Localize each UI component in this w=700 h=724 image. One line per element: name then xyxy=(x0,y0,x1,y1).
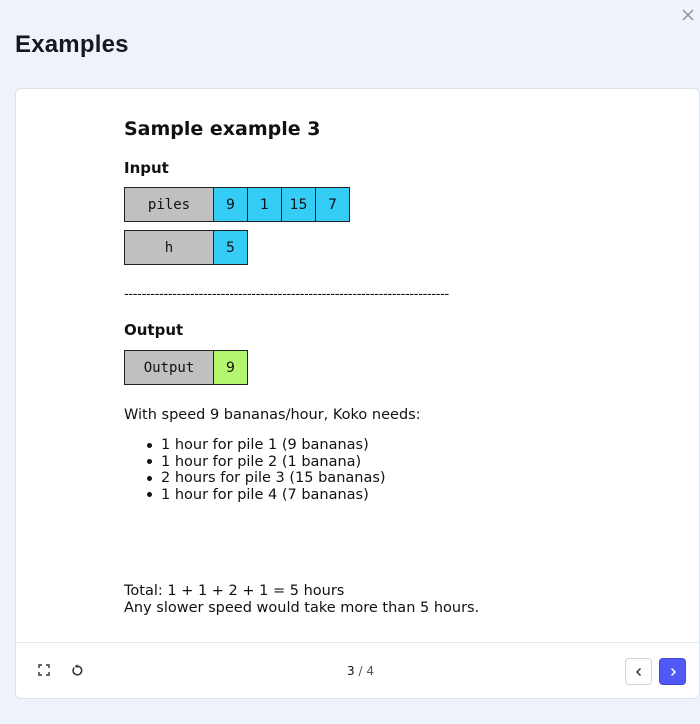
chevron-left-icon xyxy=(635,667,641,676)
array-name: piles xyxy=(124,187,214,222)
array-cell: 1 xyxy=(248,187,282,222)
previous-button[interactable] xyxy=(625,658,652,685)
output-array: Output 9 xyxy=(124,350,248,385)
total-pages: 4 xyxy=(366,664,374,678)
array-cell: 15 xyxy=(282,187,316,222)
divider-line: ----------------------------------------… xyxy=(124,287,449,302)
page-title: Examples xyxy=(15,31,129,58)
example-title: Sample example 3 xyxy=(124,118,321,140)
array-name: Output xyxy=(124,350,214,385)
card-footer: 3 / 4 xyxy=(16,642,699,699)
list-item: 1 hour for pile 1 (9 bananas) xyxy=(144,437,386,454)
array-cell: 7 xyxy=(316,187,350,222)
list-item: 1 hour for pile 2 (1 banana) xyxy=(144,454,386,471)
array-name: h xyxy=(124,230,214,265)
expand-icon xyxy=(38,664,50,676)
page-separator: / xyxy=(354,664,367,678)
total-line: Total: 1 + 1 + 2 + 1 = 5 hours xyxy=(124,583,345,599)
reset-button[interactable] xyxy=(67,660,87,680)
array-cell: 9 xyxy=(214,350,248,385)
example-card: Sample example 3 Input piles 9 1 15 7 h … xyxy=(15,88,700,699)
input-array-piles: piles 9 1 15 7 xyxy=(124,187,350,222)
explanation-intro: With speed 9 bananas/hour, Koko needs: xyxy=(124,407,421,423)
page-indicator: 3 / 4 xyxy=(347,664,374,678)
chevron-right-icon xyxy=(670,667,676,676)
explanation-list: 1 hour for pile 1 (9 bananas) 1 hour for… xyxy=(144,437,386,503)
input-label: Input xyxy=(124,159,169,177)
array-cell: 5 xyxy=(214,230,248,265)
conclusion-line: Any slower speed would take more than 5 … xyxy=(124,600,480,616)
fullscreen-button[interactable] xyxy=(34,660,54,680)
array-cell: 9 xyxy=(214,187,248,222)
output-label: Output xyxy=(124,321,184,339)
close-icon xyxy=(682,9,694,21)
list-item: 1 hour for pile 4 (7 bananas) xyxy=(144,487,386,504)
current-page: 3 xyxy=(347,664,355,678)
input-array-h: h 5 xyxy=(124,230,248,265)
next-button[interactable] xyxy=(659,658,686,685)
close-button[interactable] xyxy=(678,5,698,25)
reset-icon xyxy=(71,663,82,676)
list-item: 2 hours for pile 3 (15 bananas) xyxy=(144,470,386,487)
